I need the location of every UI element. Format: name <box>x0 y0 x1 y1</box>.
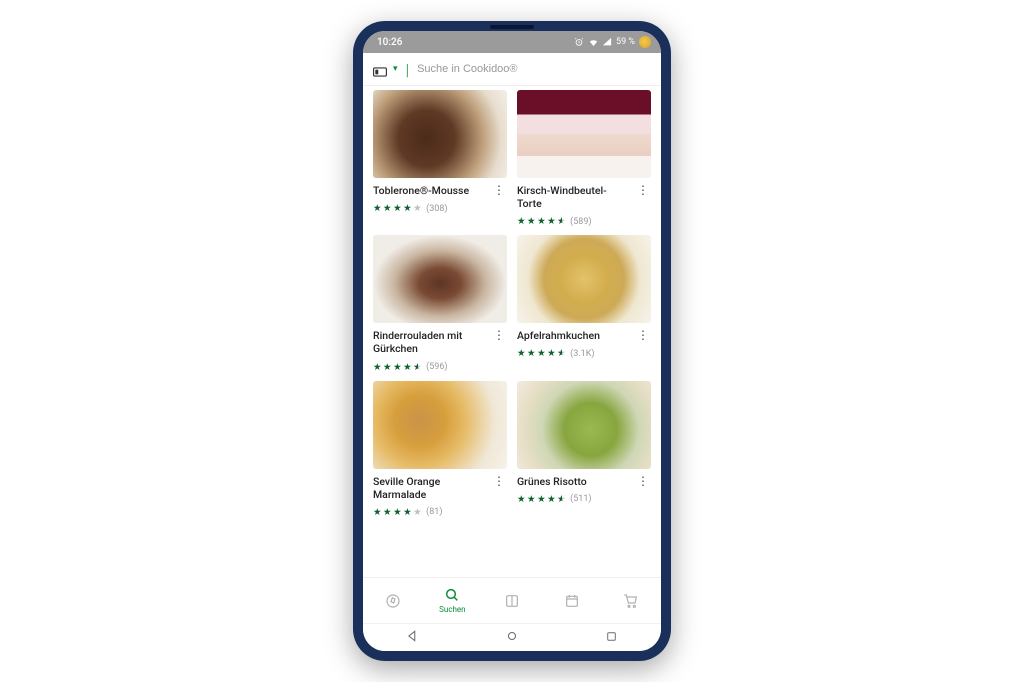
search-icon <box>444 587 460 603</box>
cart-icon <box>623 593 639 609</box>
rating-count: (589) <box>570 217 591 227</box>
recipe-card[interactable]: Rinderrouladen mit Gürkchen ⋮ ★★★★★ (596… <box>373 235 507 372</box>
recipe-card[interactable]: Apfelrahmkuchen ⋮ ★★★★★ (3.1K) <box>517 235 651 372</box>
recipe-image[interactable] <box>373 90 507 178</box>
rating-count: (81) <box>426 507 442 517</box>
recipe-card[interactable]: Grünes Risotto ⋮ ★★★★★ (511) <box>517 381 651 518</box>
recipe-title: Toblerone®-Mousse <box>373 184 469 197</box>
recipe-list: Toblerone®-Mousse ⋮ ★★★★★ (308) Kirsch-W… <box>363 86 661 577</box>
search-cursor: | <box>406 60 410 79</box>
recipe-title: Rinderrouladen mit Gürkchen <box>373 329 487 355</box>
recipe-card[interactable]: Kirsch-Windbeutel-Torte ⋮ ★★★★★ (589) <box>517 90 651 227</box>
recipe-title: Grünes Risotto <box>517 475 587 488</box>
more-icon[interactable]: ⋮ <box>635 475 651 487</box>
nav-compass[interactable] <box>363 578 423 623</box>
wifi-icon <box>588 37 598 47</box>
recipe-image[interactable] <box>517 90 651 178</box>
rating-stars: ★★★★★ <box>373 203 422 214</box>
battery-icon <box>639 36 651 48</box>
nav-calendar[interactable] <box>542 578 602 623</box>
android-soft-keys <box>363 623 661 651</box>
calendar-icon <box>564 593 580 609</box>
more-icon[interactable]: ⋮ <box>635 184 651 196</box>
rating-count: (3.1K) <box>570 349 594 359</box>
more-icon[interactable]: ⋮ <box>491 329 507 341</box>
status-right: 59 % <box>574 36 651 48</box>
recipe-image[interactable] <box>517 381 651 469</box>
device-selector-icon[interactable] <box>373 63 387 75</box>
compass-icon <box>385 593 401 609</box>
recipe-title: Apfelrahmkuchen <box>517 329 600 342</box>
status-bar: 10:26 59 % <box>363 31 661 53</box>
rating-count: (511) <box>570 494 591 504</box>
nav-label: Suchen <box>439 605 465 614</box>
search-input[interactable] <box>415 59 651 79</box>
rating-stars: ★★★★★ <box>373 507 422 518</box>
nav-book[interactable] <box>482 578 542 623</box>
rating-stars: ★★★★★ <box>517 494 566 505</box>
rating-stars: ★★★★★ <box>517 348 566 359</box>
more-icon[interactable]: ⋮ <box>491 184 507 196</box>
search-header: ▾ | <box>363 53 661 86</box>
bottom-nav: Suchen <box>363 577 661 623</box>
recipe-title: Seville Orange Marmalade <box>373 475 487 501</box>
back-key[interactable] <box>406 628 420 647</box>
chevron-down-icon[interactable]: ▾ <box>393 64 398 74</box>
signal-icon <box>602 37 612 47</box>
nav-search[interactable]: Suchen <box>423 578 483 623</box>
book-icon <box>504 593 520 609</box>
home-key[interactable] <box>505 628 519 647</box>
battery-text: 59 % <box>616 37 635 47</box>
recipe-image[interactable] <box>373 381 507 469</box>
phone-speaker <box>490 25 534 29</box>
more-icon[interactable]: ⋮ <box>491 475 507 487</box>
rating-count: (596) <box>426 362 447 372</box>
rating-stars: ★★★★★ <box>517 216 566 227</box>
recipe-image[interactable] <box>517 235 651 323</box>
recipe-title: Kirsch-Windbeutel-Torte <box>517 184 631 210</box>
rating-stars: ★★★★★ <box>373 362 422 373</box>
rating-count: (308) <box>426 204 447 214</box>
phone-screen: 10:26 59 % ▾ | <box>363 31 661 651</box>
recents-key[interactable] <box>605 628 618 647</box>
recipe-card[interactable]: Seville Orange Marmalade ⋮ ★★★★★ (81) <box>373 381 507 518</box>
phone-frame: 10:26 59 % ▾ | <box>353 21 671 661</box>
more-icon[interactable]: ⋮ <box>635 329 651 341</box>
status-time: 10:26 <box>377 37 402 48</box>
recipe-card[interactable]: Toblerone®-Mousse ⋮ ★★★★★ (308) <box>373 90 507 227</box>
alarm-icon <box>574 37 584 47</box>
nav-cart[interactable] <box>601 578 661 623</box>
recipe-image[interactable] <box>373 235 507 323</box>
